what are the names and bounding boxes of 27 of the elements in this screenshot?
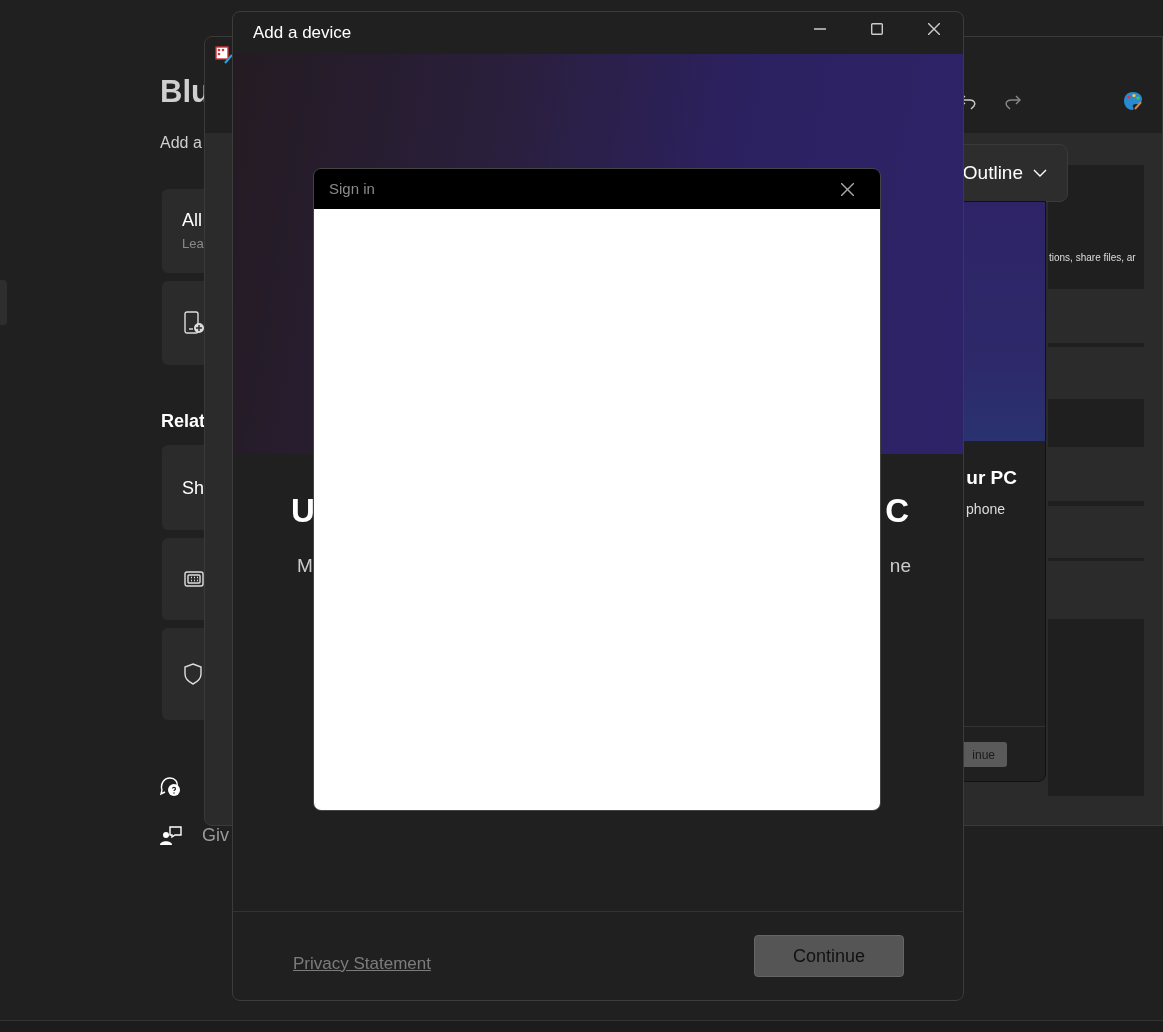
close-icon: [928, 23, 940, 35]
close-icon: [840, 182, 854, 196]
feedback-icon: [160, 825, 182, 846]
window-title: Add a device: [253, 22, 352, 45]
chevron-down-icon: [1033, 169, 1047, 177]
app-icon: [215, 46, 233, 64]
section-heading: Relat: [161, 410, 205, 432]
dialog-subtitle: phone: [966, 500, 1005, 519]
privacy-link[interactable]: Privacy Statement: [293, 950, 431, 977]
canvas-text: tions, share files, ar: [1049, 251, 1136, 265]
dialog-subtitle: ne: [889, 554, 911, 578]
page-subtitle: Add a: [160, 133, 202, 153]
continue-button[interactable]: Continue: [754, 935, 904, 977]
card-title: Sh: [182, 476, 205, 499]
dialog-heading: U: [291, 491, 315, 531]
keyboard-icon: [184, 570, 204, 588]
dialog-subtitle: M: [297, 554, 313, 578]
shield-icon: [184, 663, 202, 685]
help-chat-icon: [160, 776, 182, 796]
dialog-heading: C: [885, 491, 909, 531]
link-text[interactable]: Giv: [202, 822, 229, 849]
palette-icon[interactable]: [1123, 91, 1143, 111]
card-description: Lea: [182, 235, 204, 253]
maximize-icon: [871, 23, 883, 35]
dialog-title: Sign in: [329, 178, 375, 199]
dialog-heading: ur PC: [966, 466, 1017, 490]
card-title: All: [182, 209, 202, 231]
